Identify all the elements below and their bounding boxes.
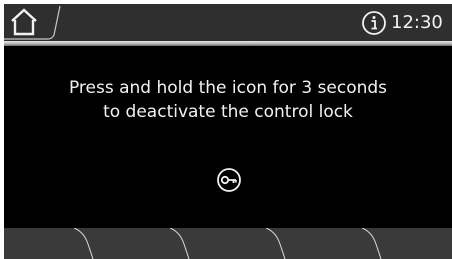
info-icon: [362, 11, 386, 35]
message-line-2: to deactivate the control lock: [103, 102, 353, 122]
message-line-1: Press and hold the icon for 3 seconds: [68, 78, 388, 98]
control-lock-button[interactable]: [216, 167, 242, 193]
home-icon: [11, 8, 37, 36]
lock-screen: 12:30 Press and hold the icon for 3 seco…: [4, 4, 452, 259]
softkey-4[interactable]: [284, 228, 380, 259]
clock: 12:30: [391, 12, 443, 33]
softkey-1[interactable]: [4, 228, 92, 259]
softkey-2[interactable]: [92, 228, 188, 259]
info-button[interactable]: [361, 10, 387, 36]
home-button[interactable]: [6, 6, 42, 38]
status-bar-divider: [4, 41, 452, 46]
softkey-bar: [4, 228, 452, 259]
control-lock-message: Press and hold the icon for 3 seconds to…: [4, 76, 452, 124]
softkey-3[interactable]: [188, 228, 284, 259]
key-icon: [217, 168, 241, 192]
softkey-5[interactable]: [380, 228, 452, 259]
status-bar: 12:30: [4, 4, 452, 41]
